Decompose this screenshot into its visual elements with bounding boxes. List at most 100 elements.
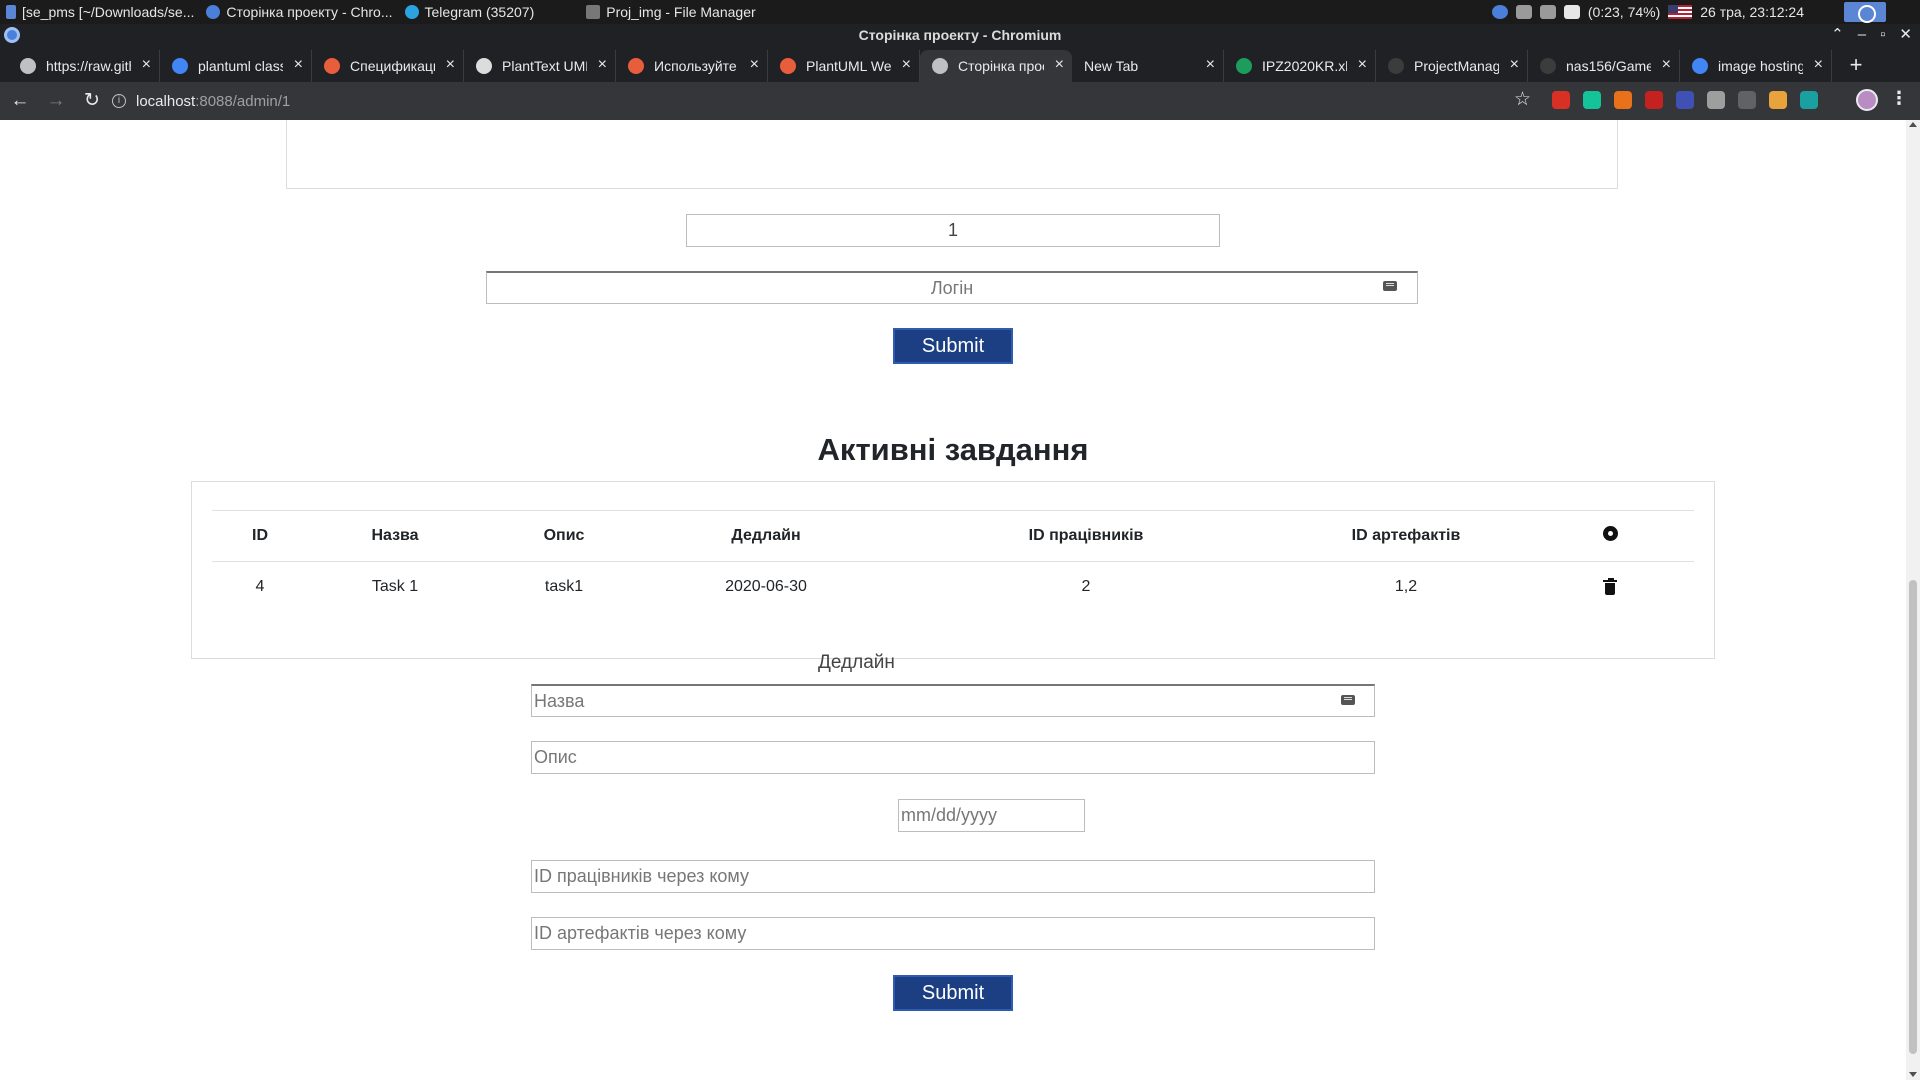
password-manager-key-icon[interactable] xyxy=(1341,695,1355,705)
browser-tab[interactable]: Используйте × xyxy=(616,50,768,82)
extension-icon[interactable] xyxy=(1800,91,1818,109)
task-artifact-ids-cell: 1,2 xyxy=(1394,577,1418,595)
reload-button[interactable]: ↻ xyxy=(76,85,108,117)
extension-icon[interactable] xyxy=(1583,91,1601,109)
workspace-button[interactable] xyxy=(1844,2,1886,23)
taskbar-item-file-manager[interactable]: Proj_img - File Manager xyxy=(580,0,761,24)
site-info-icon[interactable]: i xyxy=(112,94,126,108)
add-task-submit-button[interactable]: Submit xyxy=(893,975,1013,1011)
browser-tab[interactable]: image hosting × xyxy=(1680,50,1832,82)
table-row: 4 Task 1 task1 2020-06-30 2 1,2 xyxy=(212,562,1694,612)
browser-tab[interactable]: PlantUML Web Server × xyxy=(768,50,920,82)
tab-strip: https://raw.githubusercontent×plantuml c… xyxy=(0,46,1920,82)
chromium-tray-icon[interactable] xyxy=(1491,5,1508,19)
extension-icon[interactable] xyxy=(1676,91,1694,109)
update-tray-icon[interactable] xyxy=(1539,5,1556,19)
tab-close-icon[interactable]: × xyxy=(1206,57,1215,73)
window-shade-button[interactable]: ⌃ xyxy=(1831,24,1844,46)
profile-avatar[interactable] xyxy=(1856,89,1878,111)
extension-icon[interactable] xyxy=(1769,91,1787,109)
address-bar[interactable]: i localhost:8088/admin/1 xyxy=(112,86,1532,116)
tab-close-icon[interactable]: × xyxy=(1814,57,1823,73)
taskbar-item-telegram[interactable]: Telegram (35207) xyxy=(399,0,541,24)
browser-tab[interactable]: https://raw.githubusercontent × xyxy=(8,50,160,82)
section-title: Активні завдання xyxy=(817,432,1089,467)
column-header-name: Назва xyxy=(371,527,419,544)
artifact-ids-field[interactable] xyxy=(531,917,1375,950)
add-member-submit-button[interactable]: Submit xyxy=(893,328,1013,364)
tab-close-icon[interactable]: × xyxy=(142,57,151,73)
worker-ids-field[interactable] xyxy=(531,860,1375,893)
scroll-down-arrow-icon[interactable] xyxy=(1909,1072,1917,1077)
page-scrollbar[interactable] xyxy=(1906,120,1920,1080)
taskbar-item-label: [se_pms [~/Downloads/se... xyxy=(22,4,195,20)
browser-tab[interactable]: nas156/GameStore × xyxy=(1528,50,1680,82)
delete-task-trash-icon[interactable] xyxy=(1603,577,1617,595)
tab-title: ProjectManagement xyxy=(1414,58,1499,74)
browser-tab[interactable]: Спецификация × xyxy=(312,50,464,82)
browser-tab[interactable]: plantuml class diagram × xyxy=(160,50,312,82)
login-field[interactable] xyxy=(486,271,1418,304)
project-id-field[interactable] xyxy=(686,214,1220,247)
password-manager-key-icon[interactable] xyxy=(1383,281,1397,291)
tab-favicon-icon xyxy=(1692,58,1708,74)
table-header-row: ID Назва Опис Дедлайн ID працівників ID … xyxy=(212,510,1694,562)
column-header-deadline: Дедлайн xyxy=(731,527,801,544)
wifi-icon[interactable] xyxy=(1563,5,1580,19)
task-name-cell: Task 1 xyxy=(371,577,419,595)
network-tray-icon[interactable] xyxy=(1515,5,1532,19)
window-minimize-button[interactable]: – xyxy=(1858,24,1866,46)
page-viewport: Submit Активні завдання ID Назва Опис Де… xyxy=(0,120,1906,1080)
tab-close-icon[interactable]: × xyxy=(1662,57,1671,73)
tab-close-icon[interactable]: × xyxy=(902,57,911,73)
clock[interactable]: 26 тра, 23:12:24 xyxy=(1700,4,1804,20)
taskbar-item-terminal[interactable]: [se_pms [~/Downloads/se... xyxy=(0,0,200,24)
scroll-up-arrow-icon[interactable] xyxy=(1909,122,1917,127)
tab-title: IPZ2020KR.xlsx xyxy=(1262,58,1347,74)
task-description-field[interactable] xyxy=(531,741,1375,774)
tab-favicon-icon xyxy=(324,58,340,74)
tab-close-icon[interactable]: × xyxy=(446,57,455,73)
tab-close-icon[interactable]: × xyxy=(294,57,303,73)
extension-icon[interactable] xyxy=(1614,91,1632,109)
tab-favicon-icon xyxy=(20,58,36,74)
extension-icon[interactable] xyxy=(1552,91,1570,109)
browser-tab[interactable]: New Tab × xyxy=(1072,50,1224,82)
task-id-cell: 4 xyxy=(255,577,265,595)
browser-tab[interactable]: IPZ2020KR.xlsx × xyxy=(1224,50,1376,82)
extension-icon[interactable] xyxy=(1645,91,1663,109)
extension-icon[interactable] xyxy=(1738,91,1756,109)
scrollbar-thumb[interactable] xyxy=(1909,580,1917,1054)
task-name-field[interactable] xyxy=(531,684,1375,717)
active-tasks-table: ID Назва Опис Дедлайн ID працівників ID … xyxy=(212,510,1694,612)
taskbar-item-label: Proj_img - File Manager xyxy=(606,4,756,20)
tab-close-icon[interactable]: × xyxy=(1510,57,1519,73)
taskbar-item-chromium[interactable]: Сторінка проекту - Chro... xyxy=(200,0,398,24)
tab-close-icon[interactable]: × xyxy=(1358,57,1367,73)
new-tab-button[interactable]: + xyxy=(1840,50,1872,82)
url-host: localhost xyxy=(136,92,196,110)
battery-status[interactable]: (0:23, 74%) xyxy=(1588,4,1660,20)
tab-title: plantuml class diagram xyxy=(198,58,283,74)
tab-title: Используйте xyxy=(654,58,737,74)
bookmark-star-icon[interactable]: ☆ xyxy=(1514,88,1531,111)
os-taskbar: [se_pms [~/Downloads/se... Сторінка прое… xyxy=(0,0,1920,24)
tab-close-icon[interactable]: × xyxy=(598,57,607,73)
deadline-date-field[interactable] xyxy=(898,799,1085,832)
window-maximize-button[interactable]: ▫ xyxy=(1880,24,1885,46)
browser-tab[interactable]: Сторінка проекту × xyxy=(920,50,1072,82)
browser-tab[interactable]: ProjectManagement × xyxy=(1376,50,1528,82)
tab-close-icon[interactable]: × xyxy=(1055,57,1064,73)
extension-icon[interactable] xyxy=(1707,91,1725,109)
browser-tab[interactable]: PlantText UML Editor × xyxy=(464,50,616,82)
keyboard-layout-flag-icon[interactable] xyxy=(1668,5,1693,19)
window-close-button[interactable]: ✕ xyxy=(1899,24,1912,46)
forward-button[interactable]: → xyxy=(40,85,72,117)
back-button[interactable]: ← xyxy=(4,85,36,117)
extensions-area xyxy=(1552,91,1818,109)
tab-favicon-icon xyxy=(1388,58,1404,74)
tab-close-icon[interactable]: × xyxy=(750,57,759,73)
browser-menu-icon[interactable]: ⋮ xyxy=(1890,88,1908,109)
column-header-artifact-ids: ID артефактів xyxy=(1351,527,1461,544)
tab-title: New Tab xyxy=(1084,58,1139,74)
